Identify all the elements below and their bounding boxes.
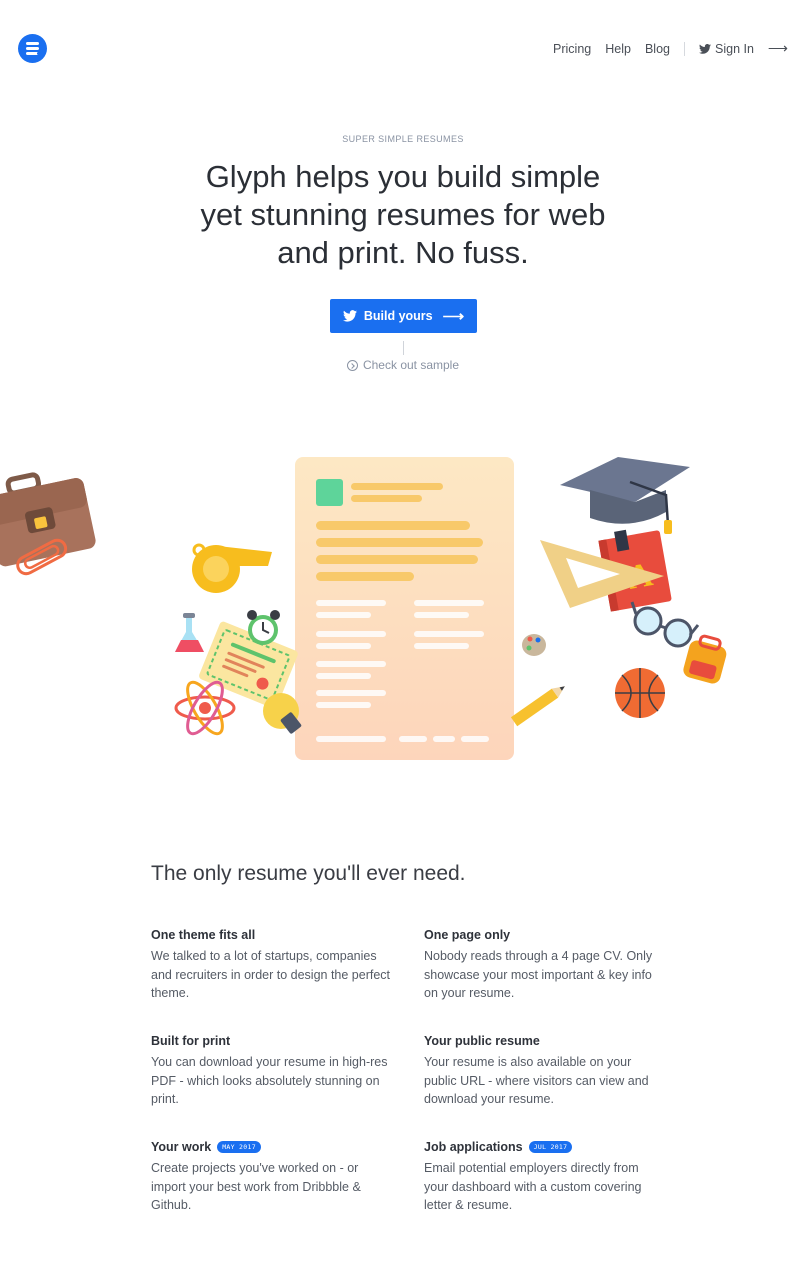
sign-in-label: Sign In: [715, 41, 754, 56]
palette-icon: [522, 634, 546, 656]
feature-public-resume: Your public resume Your resume is also a…: [424, 1034, 664, 1109]
feature-title: Job applications: [424, 1140, 523, 1154]
feature-text: Your resume is also available on your pu…: [424, 1055, 649, 1106]
resume-paper: [295, 457, 514, 760]
feature-built-for-print: Built for print You can download your re…: [151, 1034, 391, 1109]
feature-title: Your public resume: [424, 1034, 540, 1048]
twitter-icon: [342, 310, 357, 322]
nav-help[interactable]: Help: [605, 42, 631, 56]
sign-in-link[interactable]: Sign In: [699, 42, 754, 56]
basketball-icon: [615, 668, 665, 718]
hero-headline: Glyph helps you build simple yet stunnin…: [153, 158, 653, 272]
nav-blog[interactable]: Blog: [645, 42, 670, 56]
nav-pricing[interactable]: Pricing: [553, 42, 591, 56]
feature-job-applications: Job applications JUL 2017 Email potential…: [424, 1140, 664, 1215]
flask-icon: [175, 613, 204, 652]
coming-soon-badge: JUL 2017: [528, 1141, 573, 1153]
twitter-icon: [699, 43, 711, 54]
graduation-cap-icon: [560, 457, 690, 534]
arrow-right-icon: ⟶: [442, 308, 465, 325]
feature-title: One page only: [424, 928, 511, 942]
alarm-clock-icon: [247, 610, 280, 645]
check-out-sample-link[interactable]: Check out sample: [0, 358, 806, 372]
feature-one-page: One page only Nobody reads through a 4 p…: [424, 928, 664, 1003]
nav-divider: [684, 41, 685, 56]
pencil-icon: [510, 686, 565, 727]
coming-soon-badge: MAY 2017: [217, 1141, 261, 1153]
feature-text: Email potential employers directly from …: [424, 1161, 642, 1212]
whistle-icon: [192, 543, 272, 593]
feature-one-theme: One theme fits all We talked to a lot of…: [151, 928, 391, 1003]
sample-icon: [346, 359, 358, 371]
build-yours-button[interactable]: Build yours ⟶: [330, 299, 477, 333]
divider-line: [403, 341, 404, 355]
feature-title: Your work: [151, 1140, 212, 1154]
feature-text: We talked to a lot of startups, companie…: [151, 949, 391, 1000]
arrow-right-icon[interactable]: ⟶: [768, 40, 788, 57]
top-nav: Pricing Help Blog Sign In ⟶: [539, 40, 788, 57]
feature-title: One theme fits all: [151, 928, 256, 942]
headline-line-2: yet stunning resumes for web: [200, 197, 606, 232]
feature-your-work: Your work MAY 2017 Create projects you've…: [151, 1140, 391, 1215]
hero-eyebrow: SUPER SIMPLE RESUMES: [342, 134, 464, 144]
headline-line-1: Glyph helps you build simple: [205, 159, 601, 194]
feature-text: You can download your resume in high-res…: [151, 1055, 388, 1106]
briefcase-icon: [0, 472, 96, 567]
features-title: The only resume you'll ever need.: [151, 862, 466, 885]
headline-line-3: and print. No fuss.: [277, 235, 529, 270]
glasses-icon: [630, 601, 700, 648]
build-yours-label: Build yours: [363, 309, 433, 323]
feature-text: Nobody reads through a 4 page CV. Only s…: [424, 949, 653, 1000]
logo-icon[interactable]: [18, 34, 47, 63]
feature-text: Create projects you've worked on - or im…: [151, 1161, 361, 1212]
sample-label: Check out sample: [362, 358, 460, 372]
hero-illustration: A: [0, 457, 727, 760]
feature-title: Built for print: [151, 1034, 231, 1048]
